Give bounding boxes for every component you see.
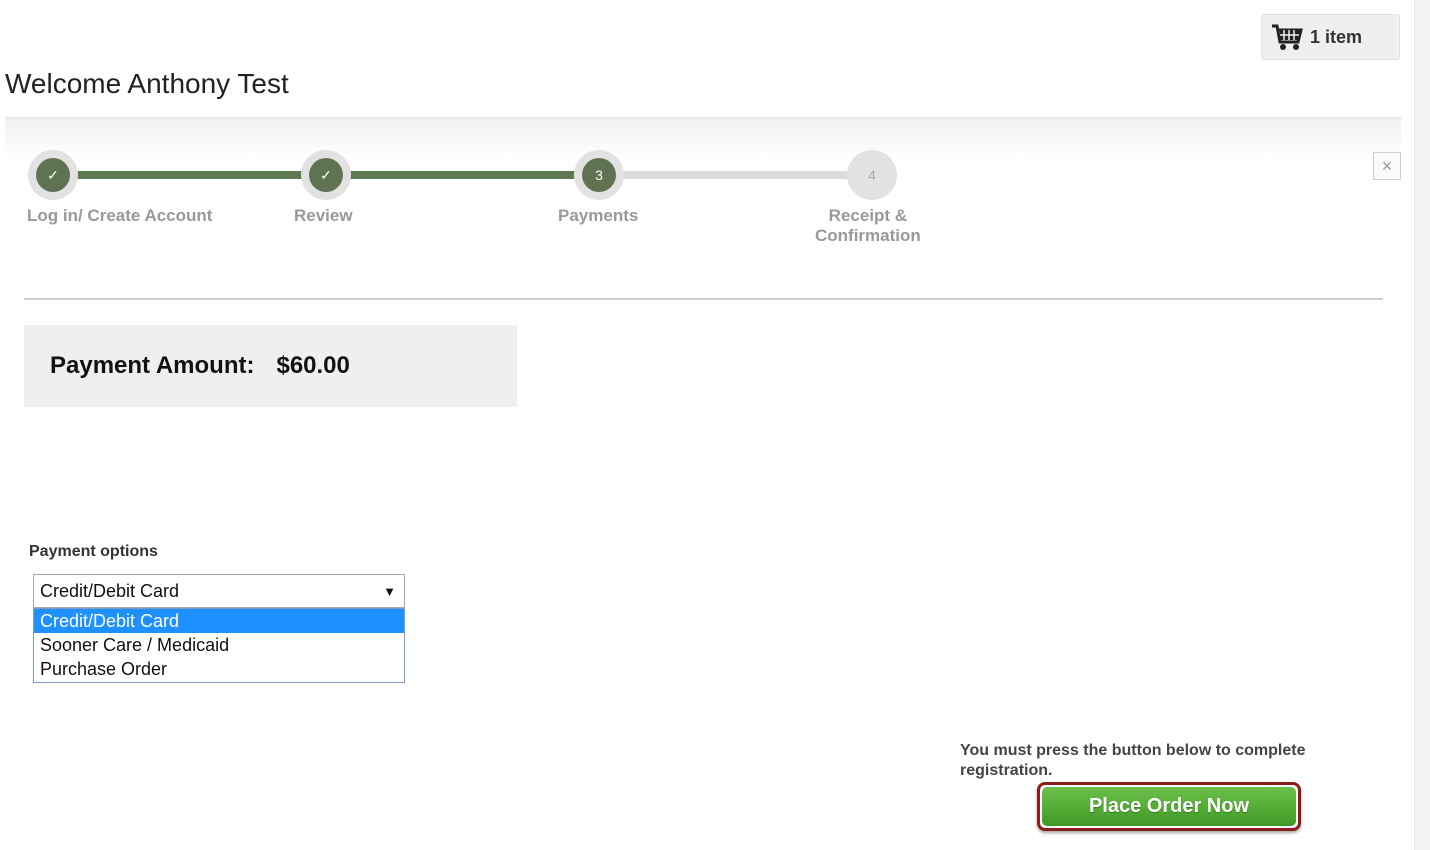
step-label-receipt-line1: Receipt & [828, 206, 908, 225]
check-icon: ✓ [36, 158, 70, 192]
payment-amount-value: $60.00 [276, 352, 350, 379]
scrollbar[interactable] [1414, 0, 1430, 850]
step-label-receipt: Receipt & Confirmation [815, 206, 921, 246]
payment-amount-label: Payment Amount: [50, 352, 255, 379]
option-sooner-care-medicaid[interactable]: Sooner Care / Medicaid [34, 633, 404, 657]
payment-amount-panel: Payment Amount: $60.00 [24, 325, 517, 407]
close-icon[interactable]: × [1373, 152, 1401, 180]
step-number: 3 [582, 158, 616, 192]
payment-options-selected: Credit/Debit Card [40, 580, 180, 601]
order-notice: You must press the button below to compl… [960, 742, 1306, 779]
payment-options-label: Payment options [29, 543, 158, 560]
shopping-cart-icon [1272, 24, 1303, 50]
option-purchase-order[interactable]: Purchase Order [34, 657, 404, 681]
step-payments-marker: 3 [574, 150, 624, 200]
step-label-payments: Payments [558, 206, 639, 225]
place-order-button-label: Place Order Now [1042, 787, 1296, 826]
checkout-progress-wizard: ✓ ✓ 3 4 Log in/ Create Account Review Pa… [5, 117, 1401, 257]
welcome-heading: Welcome Anthony Test [5, 68, 289, 99]
check-icon: ✓ [309, 158, 343, 192]
step-receipt-marker: 4 [847, 150, 897, 200]
chevron-down-icon: ▼ [383, 583, 396, 599]
step-number: 4 [868, 167, 876, 183]
place-order-button[interactable]: Place Order Now [1037, 782, 1301, 831]
progress-track-pending [603, 171, 873, 179]
cart-count-label: 1 item [1310, 26, 1363, 47]
step-review-marker: ✓ [301, 150, 351, 200]
option-credit-debit-card[interactable]: Credit/Debit Card [34, 609, 404, 633]
section-divider [24, 298, 1383, 300]
step-label-login: Log in/ Create Account [27, 206, 213, 225]
step-label-receipt-line2: Confirmation [815, 226, 921, 245]
cart-button[interactable]: 1 item [1261, 14, 1400, 60]
step-login-marker: ✓ [28, 150, 78, 200]
payment-options-select[interactable]: Credit/Debit Card ▼ [33, 574, 405, 608]
step-label-review: Review [294, 206, 353, 225]
payment-options-dropdown: Credit/Debit Card Sooner Care / Medicaid… [33, 608, 405, 683]
